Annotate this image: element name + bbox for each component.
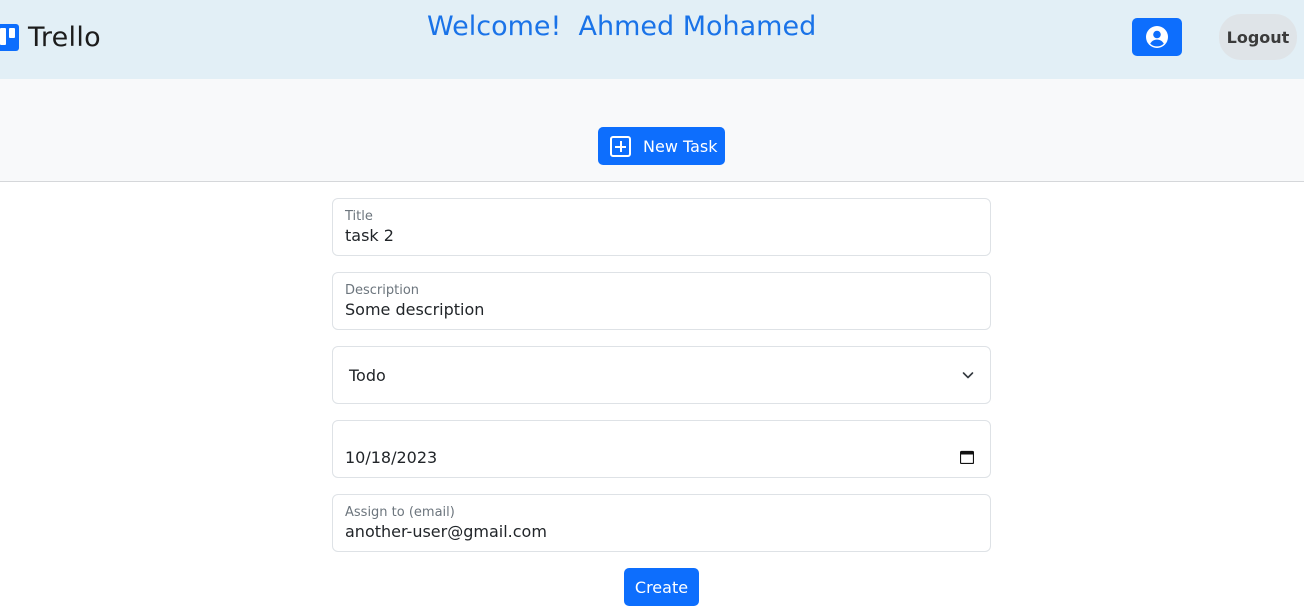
task-toolbar: New Task <box>0 79 1304 182</box>
plus-square-icon <box>610 135 631 157</box>
new-task-button[interactable]: New Task <box>598 127 725 165</box>
due-date-value: 10/18/2023 <box>345 448 438 467</box>
create-button[interactable]: Create <box>624 568 699 606</box>
app-header: Trello Welcome! Ahmed Mohamed Logout <box>0 0 1304 79</box>
logo-text: Trello <box>28 22 101 53</box>
description-label: Description <box>345 283 420 298</box>
due-date-input[interactable]: 10/18/2023 <box>332 420 991 478</box>
title-input[interactable]: task 2 <box>345 226 965 245</box>
profile-button[interactable] <box>1132 18 1182 56</box>
assignee-field[interactable]: Assign to (email) another-user@gmail.com <box>332 494 991 552</box>
trello-logo-icon <box>0 24 19 51</box>
title-field[interactable]: Title task 2 <box>332 198 991 256</box>
assignee-input[interactable]: another-user@gmail.com <box>345 522 965 541</box>
status-select[interactable]: Todo <box>332 346 991 404</box>
chevron-down-icon <box>962 372 974 379</box>
user-circle-icon <box>1146 26 1168 48</box>
status-selected-value: Todo <box>349 366 386 385</box>
title-label: Title <box>345 209 373 224</box>
welcome-message: Welcome! Ahmed Mohamed <box>427 11 817 42</box>
assignee-label: Assign to (email) <box>345 505 455 520</box>
description-field[interactable]: Description Some description <box>332 272 991 330</box>
new-task-label: New Task <box>643 136 718 156</box>
app-logo[interactable]: Trello <box>0 22 101 53</box>
calendar-icon[interactable] <box>960 450 974 464</box>
logout-button[interactable]: Logout <box>1219 14 1297 60</box>
description-input[interactable]: Some description <box>345 300 965 319</box>
